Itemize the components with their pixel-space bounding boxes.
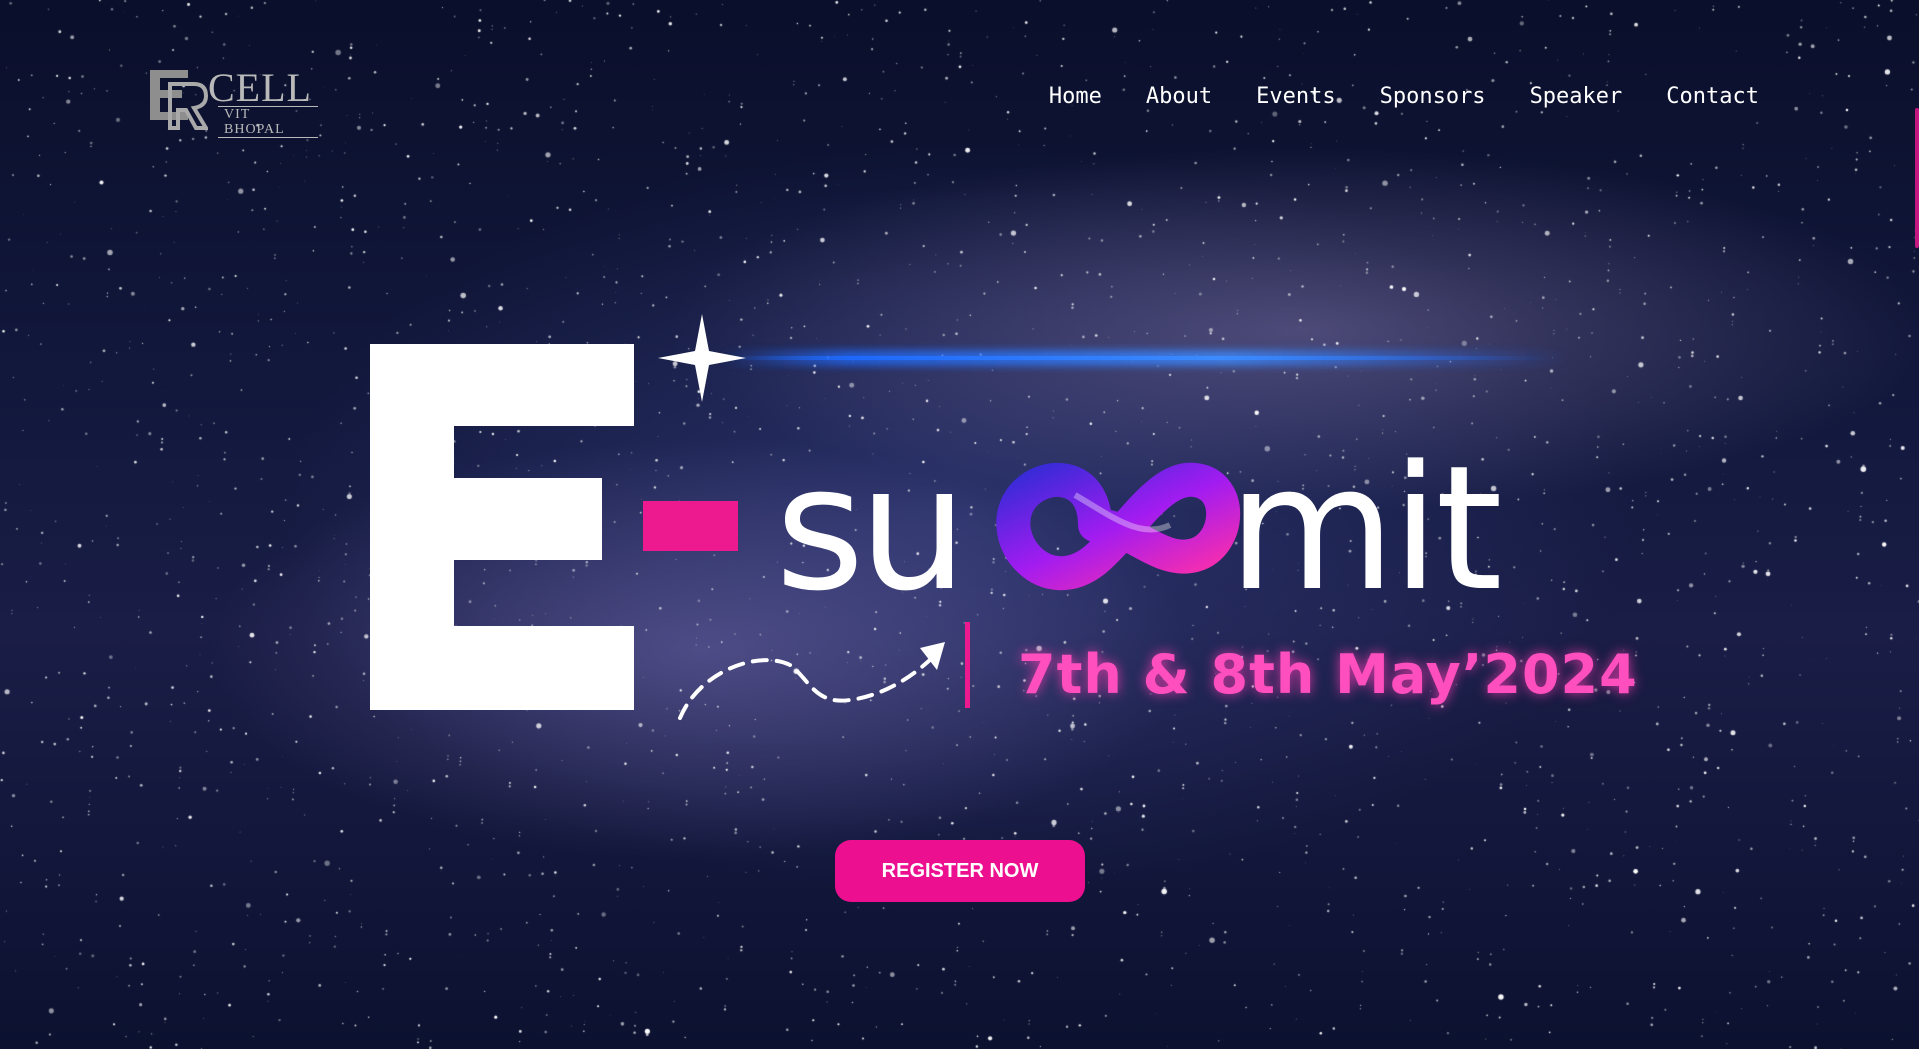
title-su: su — [775, 428, 962, 629]
e-letter-graphic — [370, 344, 634, 710]
divider-bar — [965, 622, 970, 708]
dashed-arrow-icon — [678, 642, 945, 720]
pink-dash — [643, 501, 738, 551]
event-date: 7th & 8th May’2024 — [1018, 643, 1638, 706]
blue-light-beam — [720, 350, 1570, 366]
infinity-icon — [996, 462, 1241, 591]
hero-section: su mit 7th & 8th May’2024 REGISTER NOW — [0, 0, 1919, 1049]
register-now-button[interactable]: REGISTER NOW — [835, 840, 1085, 902]
sparkle-icon — [658, 314, 746, 402]
title-mit: mit — [1228, 428, 1499, 629]
